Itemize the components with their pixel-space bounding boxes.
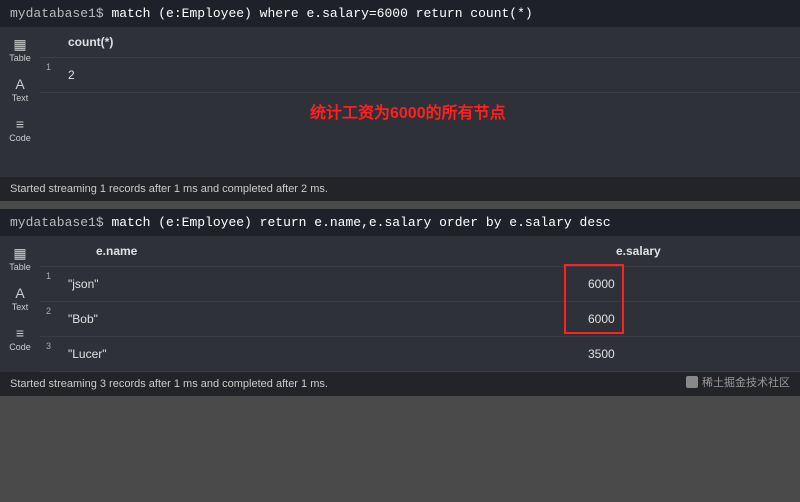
cell-salary: 3500 xyxy=(560,337,800,371)
result-area-1: count(*) 1 2 统计工资为6000的所有节点 xyxy=(40,27,800,177)
table-label: Table xyxy=(9,53,31,63)
column-header-name: e.name xyxy=(68,244,588,258)
status-bar: Started streaming 3 records after 1 ms a… xyxy=(0,372,800,396)
cell-value: 2 xyxy=(40,58,800,92)
table-row: 1 2 xyxy=(40,58,800,93)
cell-name: "Bob" xyxy=(40,302,560,336)
text-icon: A xyxy=(15,77,24,91)
query-text: match (e:Employee) return e.name,e.salar… xyxy=(111,215,610,230)
annotation-text: 统计工资为6000的所有节点 xyxy=(310,99,506,123)
code-icon: ≡ xyxy=(16,326,24,340)
text-view-button[interactable]: A Text xyxy=(3,282,37,316)
view-sidebar: ▦ Table A Text ≡ Code xyxy=(0,236,40,372)
table-icon: ▦ xyxy=(13,37,26,51)
status-bar: Started streaming 1 records after 1 ms a… xyxy=(0,177,800,201)
query-input-bar[interactable]: mydatabase1$ match (e:Employee) return e… xyxy=(0,209,800,236)
query-text: match (e:Employee) where e.salary=6000 r… xyxy=(111,6,532,21)
row-number: 3 xyxy=(46,341,51,351)
prompt-label: mydatabase1$ xyxy=(10,6,104,21)
table-row: 1 "json" 6000 xyxy=(40,267,800,302)
result-header: count(*) xyxy=(40,27,800,58)
cell-salary: 6000 xyxy=(560,267,800,301)
result-table: count(*) 1 2 xyxy=(40,27,800,93)
result-table: e.name e.salary 1 "json" 6000 2 "Bob" 60… xyxy=(40,236,800,372)
query-panel-2: mydatabase1$ match (e:Employee) return e… xyxy=(0,209,800,396)
row-number: 1 xyxy=(46,271,51,281)
text-icon: A xyxy=(15,286,24,300)
table-icon: ▦ xyxy=(13,246,26,260)
table-view-button[interactable]: ▦ Table xyxy=(3,33,37,67)
row-number: 2 xyxy=(46,306,51,316)
table-view-button[interactable]: ▦ Table xyxy=(3,242,37,276)
code-label: Code xyxy=(9,133,31,143)
text-label: Text xyxy=(12,302,29,312)
table-row: 3 "Lucer" 3500 xyxy=(40,337,800,372)
table-row: 2 "Bob" 6000 xyxy=(40,302,800,337)
view-sidebar: ▦ Table A Text ≡ Code xyxy=(0,27,40,177)
code-icon: ≡ xyxy=(16,117,24,131)
result-header: e.name e.salary xyxy=(40,236,800,267)
result-area-2: e.name e.salary 1 "json" 6000 2 "Bob" 60… xyxy=(40,236,800,372)
watermark: 稀土掘金技术社区 xyxy=(686,374,790,390)
text-view-button[interactable]: A Text xyxy=(3,73,37,107)
cell-salary: 6000 xyxy=(560,302,800,336)
watermark-text: 稀土掘金技术社区 xyxy=(702,374,790,390)
table-label: Table xyxy=(9,262,31,272)
query-input-bar[interactable]: mydatabase1$ match (e:Employee) where e.… xyxy=(0,0,800,27)
column-header-salary: e.salary xyxy=(588,244,800,258)
column-header-count: count(*) xyxy=(68,35,800,49)
code-view-button[interactable]: ≡ Code xyxy=(3,322,37,356)
code-label: Code xyxy=(9,342,31,352)
row-number: 1 xyxy=(46,62,51,72)
text-label: Text xyxy=(12,93,29,103)
prompt-label: mydatabase1$ xyxy=(10,215,104,230)
watermark-logo-icon xyxy=(686,376,698,388)
query-panel-1: mydatabase1$ match (e:Employee) where e.… xyxy=(0,0,800,201)
cell-name: "json" xyxy=(40,267,560,301)
cell-name: "Lucer" xyxy=(40,337,560,371)
code-view-button[interactable]: ≡ Code xyxy=(3,113,37,147)
